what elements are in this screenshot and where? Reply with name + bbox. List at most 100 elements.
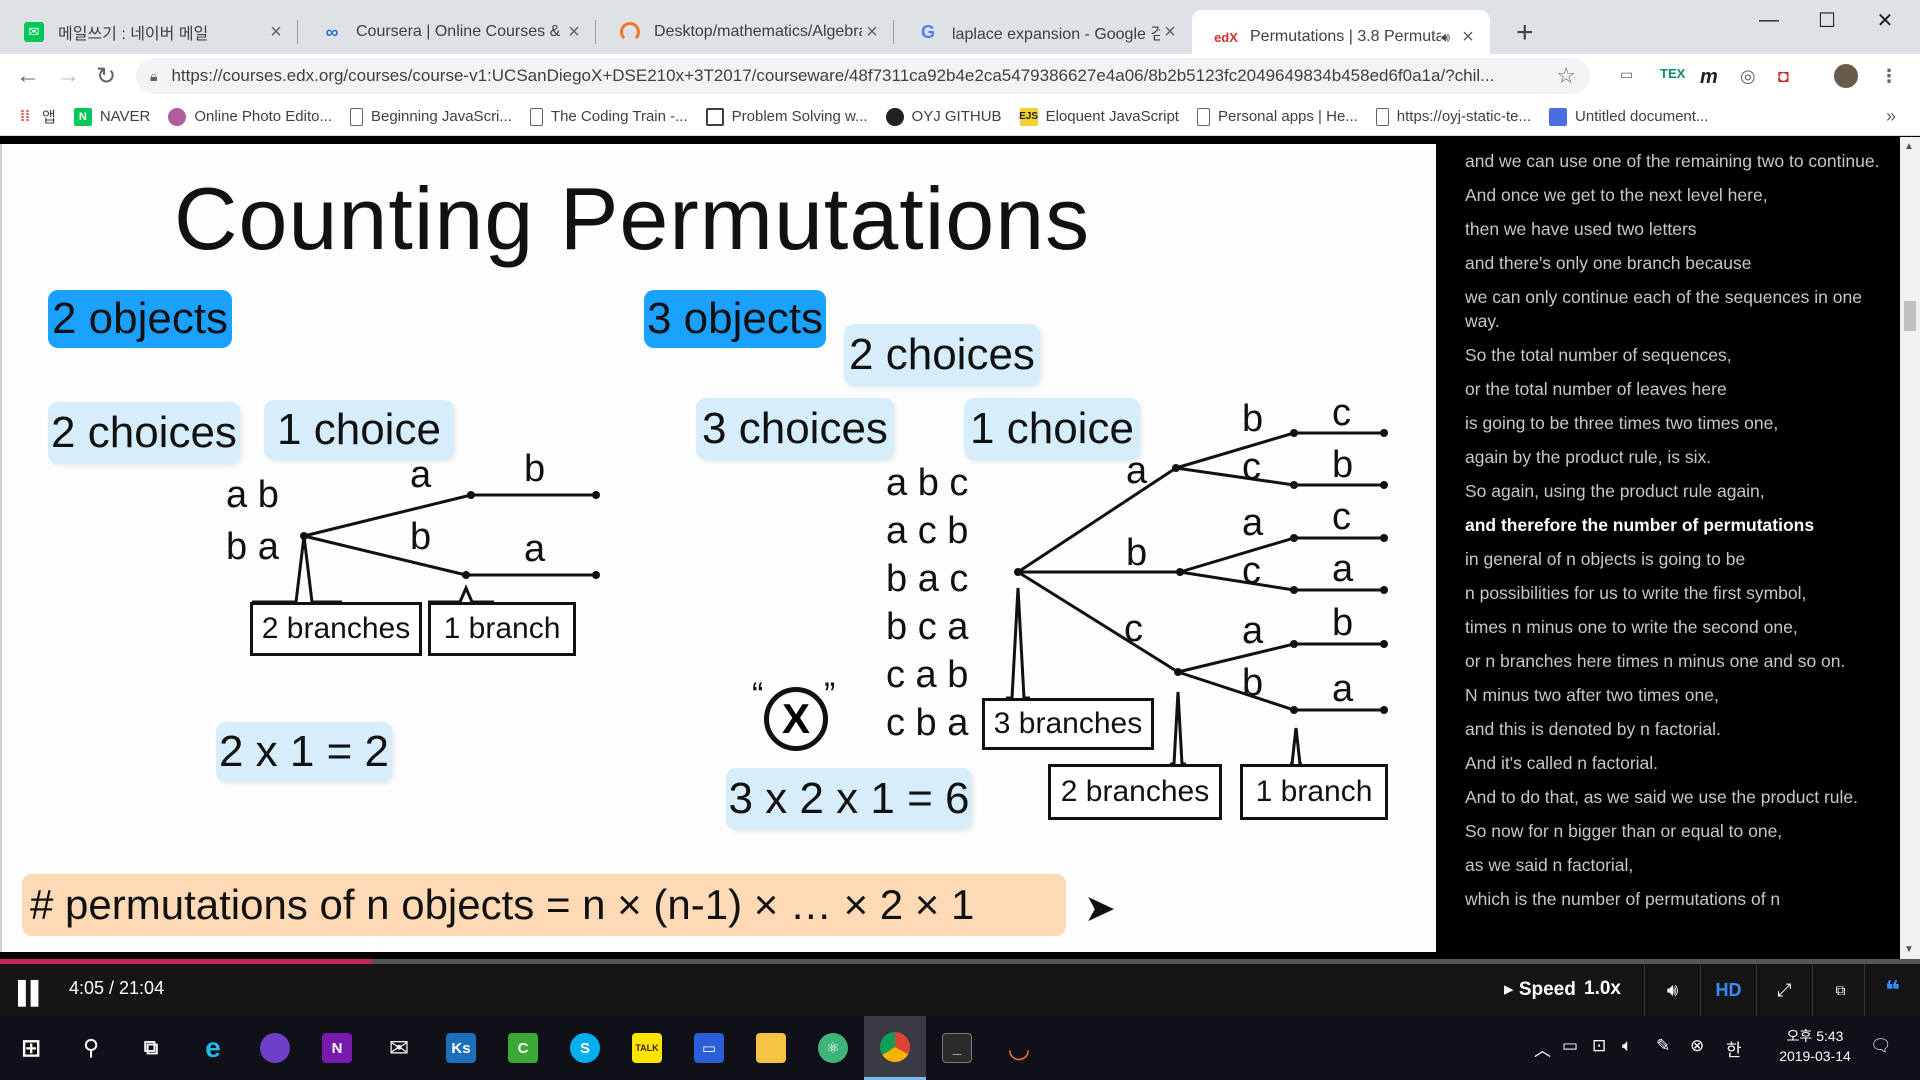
close-icon[interactable]: × <box>862 21 882 44</box>
taskbar-mail[interactable]: ✉ <box>368 1016 430 1080</box>
taskbar-ks[interactable]: Ks <box>430 1016 492 1080</box>
tex-extension-icon[interactable]: TEX <box>1660 66 1685 81</box>
transcript-line[interactable]: then we have used two letters <box>1465 217 1880 241</box>
new-tab-button[interactable]: + <box>1516 16 1534 50</box>
scroll-up-icon[interactable]: ▲ <box>1904 141 1914 152</box>
transcript-line[interactable]: times n minus one to write the second on… <box>1465 615 1880 639</box>
taskbar-atom[interactable]: ⚛ <box>802 1016 864 1080</box>
tab-jupyter[interactable]: Desktop/mathematics/Algebra/ × <box>596 10 894 54</box>
volume-tray-icon[interactable]: 🔈︎ <box>1622 1036 1632 1056</box>
start-button[interactable]: ⊞ <box>0 1016 62 1080</box>
bookmark-untitled-document[interactable]: Untitled document... <box>1549 107 1708 126</box>
transcript-line[interactable]: N minus two after two times one, <box>1465 683 1880 707</box>
transcript-toggle-icon[interactable]: ❝ <box>1864 964 1920 1016</box>
taskbar-chrome[interactable] <box>864 1016 926 1080</box>
transcript-line[interactable]: n possibilities for us to write the firs… <box>1465 581 1880 605</box>
closed-captions-icon[interactable]: ⧉ <box>1812 964 1868 1016</box>
bookmark-eloquent-javascript[interactable]: EJS Eloquent JavaScript <box>1019 107 1179 126</box>
bookmark-apps[interactable]: ⁞⁞ 앱 <box>16 106 56 127</box>
taskbar-terminal[interactable]: _ <box>926 1016 988 1080</box>
tab-coursera[interactable]: ∞ Coursera | Online Courses & Cre × <box>298 10 596 54</box>
reload-icon[interactable]: ↻ <box>96 62 116 91</box>
taskbar-onenote[interactable]: N <box>306 1016 368 1080</box>
transcript-panel[interactable]: and we can use one of the remaining two … <box>1436 137 1900 959</box>
speed-value[interactable]: 1.0x <box>1584 978 1621 1000</box>
hd-button[interactable]: HD <box>1700 964 1756 1016</box>
notification-blocked-icon[interactable]: ⊗ <box>1690 1036 1704 1056</box>
more-bookmarks-icon[interactable]: » <box>1886 106 1896 127</box>
speaker-icon[interactable]: 🔊︎ <box>1441 29 1450 46</box>
taskbar-kakaotalk[interactable]: TALK <box>616 1016 678 1080</box>
scrollbar-thumb[interactable] <box>1904 301 1916 331</box>
transcript-line[interactable]: So now for n bigger than or equal to one… <box>1465 819 1880 843</box>
transcript-line[interactable]: in general of n objects is going to be <box>1465 547 1880 571</box>
transcript-line[interactable]: and we can use one of the remaining two … <box>1465 149 1880 173</box>
bookmark-naver[interactable]: N NAVER <box>73 107 150 126</box>
close-icon[interactable]: × <box>1160 21 1180 44</box>
taskbar-ie[interactable]: e <box>182 1016 244 1080</box>
transcript-line[interactable]: and there's only one branch because <box>1465 251 1880 275</box>
transcript-line[interactable]: which is the number of permutations of n <box>1465 887 1880 911</box>
bookmark-oyj-static[interactable]: https://oyj-static-te... <box>1375 107 1531 126</box>
close-icon[interactable]: × <box>1458 26 1478 49</box>
fullscreen-icon[interactable]: ⤢ <box>1756 964 1812 1016</box>
close-icon[interactable]: × <box>266 21 286 44</box>
bookmark-beginning-javascript[interactable]: Beginning JavaScri... <box>349 107 512 126</box>
transcript-line[interactable]: or the total number of leaves here <box>1465 377 1880 401</box>
transcript-line[interactable]: and therefore the number of permutations <box>1465 513 1880 537</box>
bookmark-photo-editor[interactable]: Online Photo Edito... <box>168 107 332 126</box>
close-icon[interactable]: × <box>564 21 584 44</box>
pen-icon[interactable]: ✎ <box>1656 1036 1670 1056</box>
battery-icon[interactable]: ▭ <box>1562 1036 1578 1056</box>
cast-icon[interactable]: ▭ <box>1620 66 1633 83</box>
taskbar-github[interactable] <box>244 1016 306 1080</box>
m-extension-icon[interactable]: m <box>1700 66 1718 89</box>
taskbar-camtasia[interactable]: C <box>492 1016 554 1080</box>
ime-indicator[interactable]: 한 <box>1726 1036 1742 1061</box>
taskbar-explorer[interactable] <box>740 1016 802 1080</box>
transcript-line[interactable]: So the total number of sequences, <box>1465 343 1880 367</box>
pause-icon[interactable]: ▌▌ <box>18 980 46 1006</box>
speed-button[interactable]: ▸ Speed <box>1504 978 1576 1001</box>
window-close-icon[interactable]: ✕ <box>1856 0 1914 40</box>
volume-icon[interactable]: 🔊︎ <box>1644 964 1700 1016</box>
transcript-scrollbar[interactable]: ▲ ▼ <box>1900 137 1920 959</box>
show-hidden-icons[interactable]: ︿ <box>1534 1036 1551 1061</box>
grammar-extension-icon[interactable]: ◎ <box>1740 66 1756 87</box>
system-clock[interactable]: 오후 5:43 2019-03-14 <box>1760 1026 1870 1066</box>
pocket-extension-icon[interactable]: ◘ <box>1778 66 1789 87</box>
transcript-line[interactable]: or n branches here times n minus one and… <box>1465 649 1880 673</box>
transcript-line[interactable]: And once we get to the next level here, <box>1465 183 1880 207</box>
transcript-line[interactable]: is going to be three times two times one… <box>1465 411 1880 435</box>
network-icon[interactable]: ⊡ <box>1592 1036 1606 1056</box>
maximize-icon[interactable]: ☐ <box>1798 0 1856 40</box>
transcript-line[interactable]: as we said n factorial, <box>1465 853 1880 877</box>
bookmark-star-icon[interactable]: ☆ <box>1556 63 1576 89</box>
transcript-line[interactable]: And to do that, as we said we use the pr… <box>1465 785 1880 809</box>
video-frame[interactable]: Counting Permutations 2 objects 2 choice… <box>0 144 1436 952</box>
transcript-line[interactable]: So again, using the product rule again, <box>1465 479 1880 503</box>
task-view-button[interactable]: ⧉ <box>120 1016 182 1080</box>
forward-icon[interactable]: → <box>56 62 80 90</box>
taskbar-skype[interactable]: S <box>554 1016 616 1080</box>
search-button[interactable]: ⚲ <box>60 1016 122 1080</box>
action-center-icon[interactable]: 🗨︎ <box>1870 1036 1892 1056</box>
address-bar[interactable]: 🔒︎ https://courses.edx.org/courses/cours… <box>136 58 1590 94</box>
tab-google-search[interactable]: G laplace expansion - Google 검색 × <box>894 10 1192 54</box>
bookmark-personal-apps[interactable]: Personal apps | He... <box>1196 107 1358 126</box>
back-icon[interactable]: ← <box>16 62 40 90</box>
profile-avatar[interactable] <box>1834 64 1858 88</box>
transcript-line[interactable]: we can only continue each of the sequenc… <box>1465 285 1880 333</box>
bookmark-coding-train[interactable]: The Coding Train -... <box>529 107 688 126</box>
bookmark-oyj-github[interactable]: OYJ GITHUB <box>885 107 1002 126</box>
tab-naver-mail[interactable]: ✉ 메일쓰기 : 네이버 메일 × <box>0 10 298 54</box>
taskbar-remote[interactable]: ▭ <box>678 1016 740 1080</box>
menu-icon[interactable]: ⋮ <box>1880 66 1898 87</box>
minimize-icon[interactable]: — <box>1740 0 1798 40</box>
scroll-down-icon[interactable]: ▼ <box>1904 944 1914 955</box>
transcript-line[interactable]: and this is denoted by n factorial. <box>1465 717 1880 741</box>
transcript-line[interactable]: again by the product rule, is six. <box>1465 445 1880 469</box>
bookmark-problem-solving[interactable]: Problem Solving w... <box>705 107 868 126</box>
taskbar-jupyter[interactable]: ◡ <box>988 1016 1050 1080</box>
url-text[interactable]: https://courses.edx.org/courses/course-v… <box>171 66 1556 86</box>
